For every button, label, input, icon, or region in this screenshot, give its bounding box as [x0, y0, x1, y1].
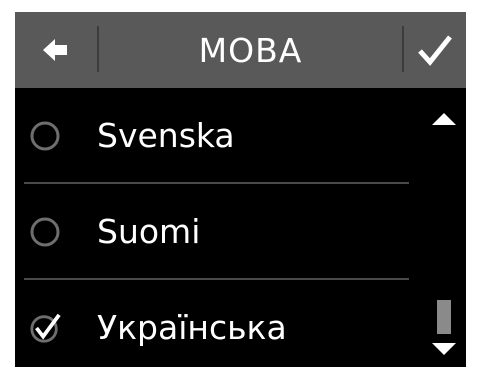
- scrollbar-thumb[interactable]: [437, 300, 451, 334]
- triangle-down-icon: [432, 343, 456, 355]
- checkmark-icon: [418, 35, 452, 66]
- radio-checked-icon[interactable]: [29, 312, 61, 344]
- page-title: МОВА: [198, 30, 303, 70]
- list-item-label: Українська: [97, 308, 287, 347]
- language-screen: МОВА Svenska Suomi Українська: [15, 12, 466, 367]
- header-bar: МОВА: [15, 12, 466, 88]
- radio-unchecked-icon[interactable]: [29, 216, 61, 248]
- list-item-svenska[interactable]: Svenska: [15, 88, 415, 184]
- back-button[interactable]: [15, 12, 97, 88]
- list-item-label: Suomi: [97, 212, 201, 251]
- language-list: Svenska Suomi Українська: [15, 88, 415, 367]
- list-item-label: Svenska: [97, 116, 235, 155]
- radio-unchecked-icon[interactable]: [29, 120, 61, 152]
- list-item-suomi[interactable]: Suomi: [15, 184, 415, 280]
- scroll-up-button[interactable]: [429, 110, 459, 130]
- scroll-down-button[interactable]: [429, 339, 459, 359]
- arrow-left-icon: [43, 39, 67, 61]
- list-item-ukrainska[interactable]: Українська: [15, 280, 415, 367]
- confirm-button[interactable]: [404, 12, 466, 88]
- triangle-up-icon: [432, 113, 456, 125]
